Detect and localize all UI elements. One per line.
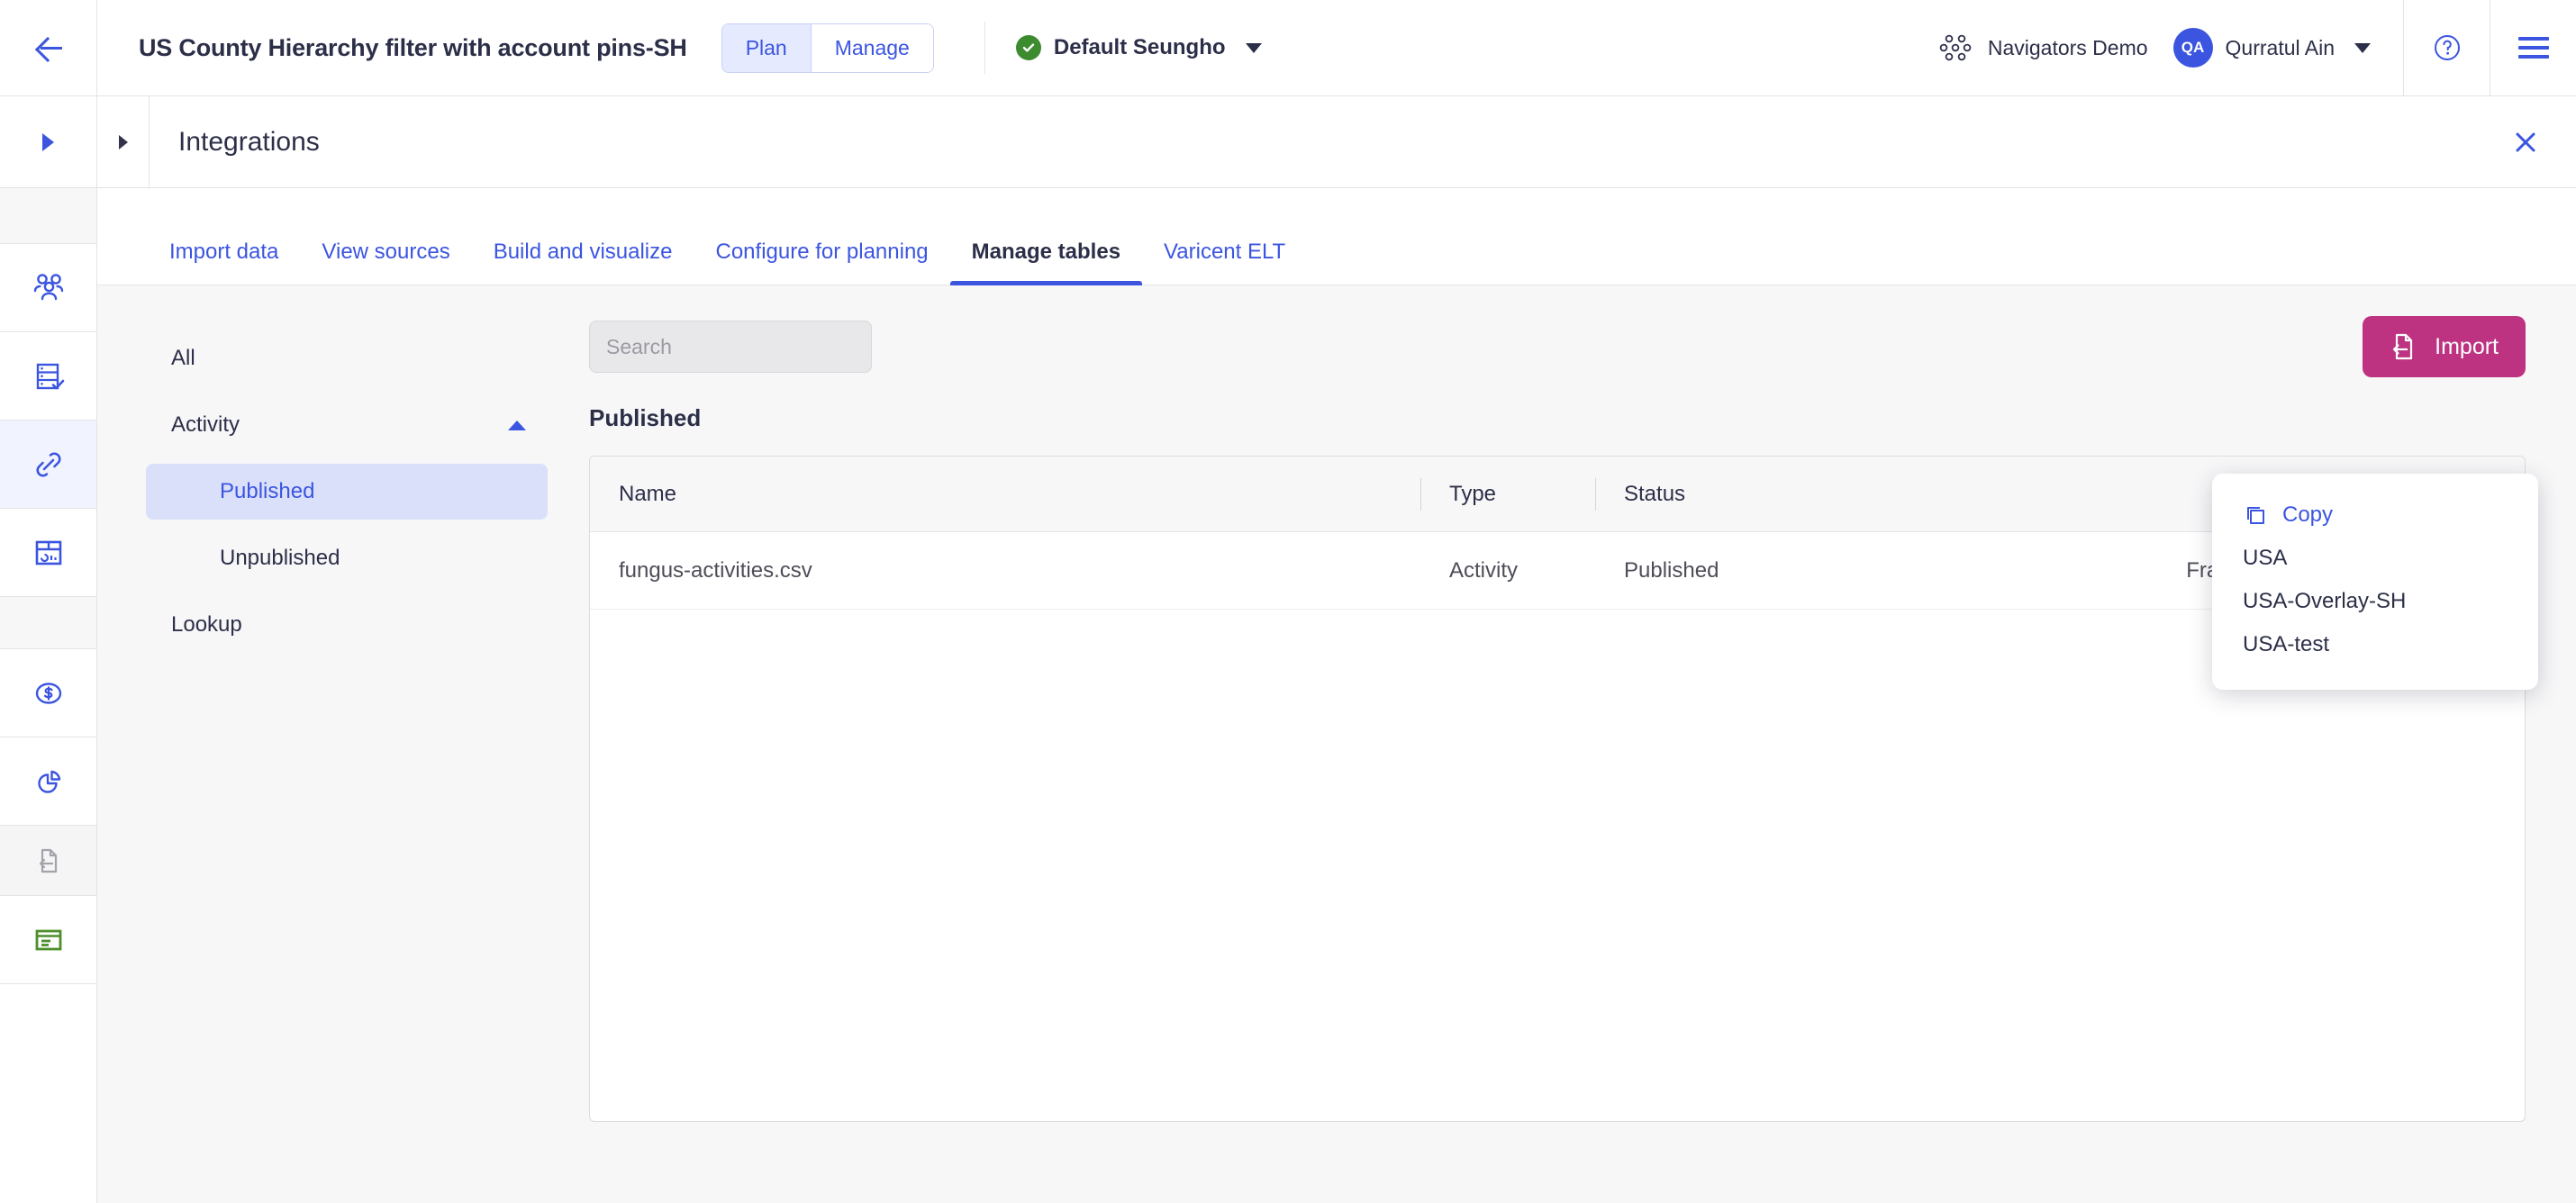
- panel-title: Integrations: [178, 126, 320, 157]
- tab-import-data[interactable]: Import data: [148, 240, 300, 285]
- user-menu[interactable]: QA Qurratul Ain: [2172, 0, 2403, 95]
- search-input[interactable]: [606, 334, 873, 359]
- help-button[interactable]: [2403, 0, 2490, 95]
- rail-expand-button[interactable]: [0, 96, 96, 188]
- rail-item-integrations[interactable]: [0, 421, 96, 509]
- cell-type: Activity: [1449, 557, 1519, 583]
- back-button[interactable]: [0, 0, 97, 95]
- left-rail: [0, 96, 97, 1203]
- rail-item-people[interactable]: [0, 244, 96, 332]
- popover-item-usa-test[interactable]: USA-test: [2212, 623, 2538, 666]
- file-import-icon: [2393, 333, 2413, 360]
- question-circle-icon: [2434, 35, 2460, 60]
- hamburger-icon: [2517, 32, 2549, 64]
- filter-group-activity[interactable]: Activity: [146, 397, 548, 453]
- popover-copy-button[interactable]: Copy: [2212, 493, 2538, 537]
- tables-main: Import Published Name Type Status fungus…: [589, 285, 2576, 1202]
- segment-plan[interactable]: Plan: [721, 23, 812, 72]
- filter-item-lookup[interactable]: Lookup: [146, 597, 548, 653]
- panel-collapse-button[interactable]: [97, 96, 150, 187]
- copy-icon: [2247, 507, 2264, 524]
- org-label: Navigators Demo: [1987, 35, 2148, 59]
- rail-item-dashboard[interactable]: [0, 509, 96, 597]
- tab-bar: Import data View sources Build and visua…: [97, 188, 2576, 285]
- chevron-down-icon: [1245, 42, 1262, 53]
- page-title: US County Hierarchy filter with account …: [139, 33, 687, 61]
- rail-spacer: [0, 597, 96, 649]
- tab-configure-for-planning[interactable]: Configure for planning: [694, 240, 950, 285]
- filter-item-unpublished[interactable]: Unpublished: [146, 530, 548, 586]
- associations-popover: Copy USA USA-Overlay-SH USA-test: [2212, 474, 2538, 690]
- chevron-down-icon: [2354, 42, 2371, 53]
- rail-item-finance[interactable]: [0, 649, 96, 737]
- rail-gap: [0, 188, 96, 244]
- tab-varicent-elt[interactable]: Varicent ELT: [1142, 240, 1307, 285]
- column-header-name[interactable]: Name: [590, 457, 1420, 531]
- user-name: Qurratul Ain: [2225, 35, 2335, 59]
- plan-manage-toggle: Plan Manage: [721, 23, 934, 73]
- chevron-right-icon: [42, 132, 54, 151]
- main-menu-button[interactable]: [2490, 0, 2576, 95]
- tab-view-sources[interactable]: View sources: [300, 240, 471, 285]
- scenario-selector[interactable]: Default Seungho: [985, 0, 1293, 95]
- pie-chart-icon: [37, 770, 60, 793]
- chevron-right-icon: [118, 134, 128, 149]
- search-box[interactable]: [589, 321, 873, 373]
- integrations-panel: Integrations Import data View sources Bu…: [97, 96, 2576, 1203]
- dashboard-icon: [35, 540, 61, 565]
- app-grid-icon: [1937, 30, 1973, 66]
- document-import-icon: [39, 848, 57, 873]
- scenario-label: Default Seungho: [1053, 35, 1226, 59]
- cell-status: Published: [1624, 557, 1719, 583]
- panel-close-button[interactable]: [2504, 121, 2547, 164]
- app-root: US County Hierarchy filter with account …: [0, 0, 2576, 1203]
- arrow-left-icon: [31, 30, 67, 66]
- rail-item-cards[interactable]: [0, 896, 96, 984]
- popover-item-usa[interactable]: USA: [2212, 537, 2538, 580]
- avatar: QA: [2172, 28, 2213, 68]
- card-list-icon: [35, 929, 61, 950]
- coin-dollar-icon: [35, 682, 61, 704]
- column-header-status[interactable]: Status: [1595, 457, 2054, 531]
- popover-item-usa-overlay-sh[interactable]: USA-Overlay-SH: [2212, 580, 2538, 623]
- panel-header: Integrations: [97, 96, 2576, 188]
- column-header-type[interactable]: Type: [1420, 457, 1595, 531]
- tab-build-and-visualize[interactable]: Build and visualize: [472, 240, 694, 285]
- top-bar: US County Hierarchy filter with account …: [0, 0, 2576, 96]
- link-icon: [36, 452, 60, 476]
- tab-manage-tables[interactable]: Manage tables: [949, 240, 1143, 285]
- import-button[interactable]: Import: [2363, 316, 2526, 377]
- popover-copy-label: Copy: [2282, 502, 2334, 527]
- segment-manage[interactable]: Manage: [811, 23, 933, 72]
- filter-group-label: Activity: [171, 412, 240, 437]
- filter-item-all[interactable]: All: [146, 330, 548, 386]
- data-check-icon: [36, 363, 64, 389]
- filter-item-published[interactable]: Published: [146, 464, 548, 520]
- people-icon: [33, 273, 63, 300]
- org-switcher[interactable]: Navigators Demo: [1937, 0, 2173, 95]
- close-icon: [2516, 132, 2535, 151]
- cell-name: fungus-activities.csv: [619, 557, 812, 583]
- chevron-up-icon: [508, 420, 526, 430]
- import-button-label: Import: [2435, 333, 2499, 359]
- tables-toolbar: Import: [589, 316, 2526, 377]
- filter-sidebar: All Activity Published Unpublished Looku…: [97, 285, 589, 1202]
- rail-item-document-import[interactable]: [0, 826, 96, 896]
- rail-item-reports[interactable]: [0, 737, 96, 826]
- section-title: Published: [589, 404, 702, 431]
- rail-item-data-check[interactable]: [0, 332, 96, 421]
- panel-content: All Activity Published Unpublished Looku…: [97, 285, 2576, 1202]
- check-circle-icon: [1015, 35, 1041, 60]
